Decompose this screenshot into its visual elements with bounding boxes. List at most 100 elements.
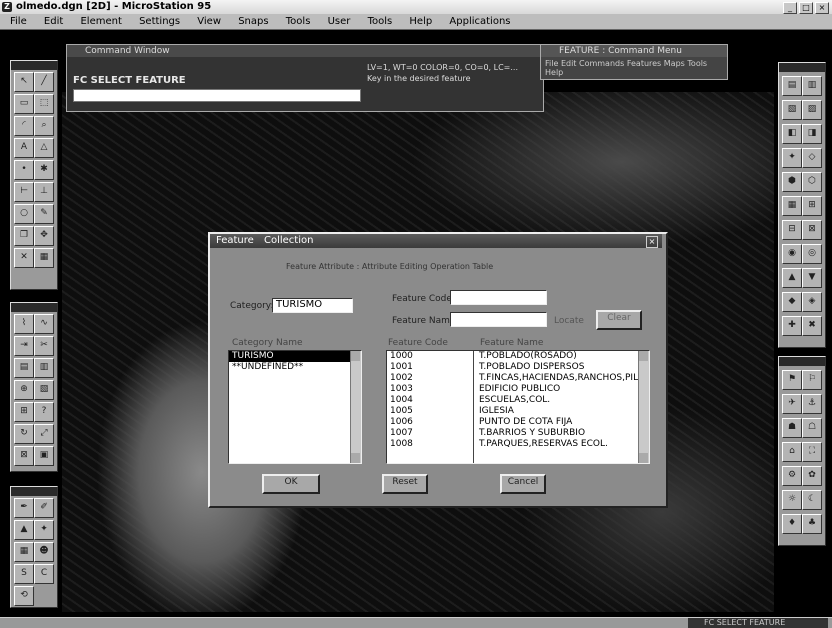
- table-row[interactable]: 1002 T.FINCAS,HACIENDAS,RANCHOS,PIL: [387, 373, 649, 384]
- modify-tool-icon[interactable]: ✎: [34, 204, 54, 224]
- right-tool-17-icon[interactable]: ▲: [782, 268, 802, 288]
- right-tool-13-icon[interactable]: ⊟: [782, 220, 802, 240]
- right-palette-titlebar-2[interactable]: [779, 357, 825, 366]
- feature-name-field[interactable]: [450, 312, 547, 327]
- right-tool-15-icon[interactable]: ◉: [782, 244, 802, 264]
- table-tool-icon[interactable]: ▥: [34, 358, 54, 378]
- shape-tool-icon[interactable]: ▭: [14, 94, 34, 114]
- right-tool-9-icon[interactable]: ⬢: [782, 172, 802, 192]
- right-tool-8-icon[interactable]: ◇: [802, 148, 822, 168]
- cancel-button[interactable]: Cancel: [500, 474, 546, 494]
- right-tool-35-icon[interactable]: ♦: [782, 514, 802, 534]
- cm-item-commands[interactable]: Commands: [579, 59, 624, 68]
- table-row[interactable]: 1007 T.BARRIOS Y SUBURBIO: [387, 428, 649, 439]
- cm-item-tools[interactable]: Tools: [687, 59, 707, 68]
- image-tool-icon[interactable]: ▣: [34, 446, 54, 466]
- dialog-close-icon[interactable]: ×: [646, 236, 658, 248]
- right-tool-4-icon[interactable]: ▨: [802, 100, 822, 120]
- menu-view[interactable]: View: [197, 16, 221, 27]
- cm-item-edit[interactable]: Edit: [561, 59, 577, 68]
- menu-edit[interactable]: Edit: [44, 16, 63, 27]
- right-tool-36-icon[interactable]: ♣: [802, 514, 822, 534]
- reset-tool-icon[interactable]: ⟲: [14, 586, 34, 606]
- c-tool-icon[interactable]: C: [34, 564, 54, 584]
- right-tool-7-icon[interactable]: ✦: [782, 148, 802, 168]
- command-menu-title[interactable]: FEATURE : Command Menu: [541, 45, 727, 57]
- table-row[interactable]: 1000 T.POBLADO(ROSADO): [387, 351, 649, 362]
- right-tool-12-icon[interactable]: ⊞: [802, 196, 822, 216]
- menu-element[interactable]: Element: [80, 16, 121, 27]
- right-tool-5-icon[interactable]: ◧: [782, 124, 802, 144]
- triangle-tool-icon[interactable]: △: [34, 138, 54, 158]
- right-tool-34-icon[interactable]: ☾: [802, 490, 822, 510]
- brush-tool-icon[interactable]: ✐: [34, 498, 54, 518]
- menu-settings[interactable]: Settings: [139, 16, 180, 27]
- feature-table[interactable]: 1000 T.POBLADO(ROSADO) 1001 T.POBLADO DISP…: [386, 350, 650, 464]
- right-tool-16-icon[interactable]: ◎: [802, 244, 822, 264]
- zoom-tool-icon[interactable]: ⌕: [34, 116, 54, 136]
- menu-applications[interactable]: Applications: [449, 16, 510, 27]
- right-tool-27-icon[interactable]: ☗: [782, 418, 802, 438]
- menu-tools[interactable]: Tools: [286, 16, 311, 27]
- right-tool-30-icon[interactable]: ⛶: [802, 442, 822, 462]
- menu-user[interactable]: User: [328, 16, 351, 27]
- trim-tool-icon[interactable]: ✂: [34, 336, 54, 356]
- cell-tool-icon[interactable]: ✱: [34, 160, 54, 180]
- category-field[interactable]: TURISMO: [272, 298, 353, 313]
- right-tool-1-icon[interactable]: ▤: [782, 76, 802, 96]
- table-row[interactable]: 1005 IGLESIA: [387, 406, 649, 417]
- category-item-undefined[interactable]: **UNDEFINED**: [229, 362, 361, 373]
- table-row[interactable]: 1003 EDIFICIO PUBLICO: [387, 384, 649, 395]
- menu-snaps[interactable]: Snaps: [238, 16, 268, 27]
- right-tool-31-icon[interactable]: ⚙: [782, 466, 802, 486]
- arc-tool-icon[interactable]: ◜: [14, 116, 34, 136]
- dialog-menu-collection[interactable]: Collection: [264, 234, 313, 248]
- right-tool-25-icon[interactable]: ✈: [782, 394, 802, 414]
- maximize-button[interactable]: □: [799, 2, 813, 14]
- building-tool-icon[interactable]: ▦: [14, 542, 34, 562]
- category-item-turismo[interactable]: TURISMO: [229, 351, 361, 362]
- right-tool-33-icon[interactable]: ☼: [782, 490, 802, 510]
- right-tool-23-icon[interactable]: ⚑: [782, 370, 802, 390]
- right-tool-24-icon[interactable]: ⚐: [802, 370, 822, 390]
- attribute-tool-icon[interactable]: ⊞: [14, 402, 34, 422]
- grid-tool-icon[interactable]: ▤: [14, 358, 34, 378]
- point-tool-icon[interactable]: •: [14, 160, 34, 180]
- clear-button[interactable]: Clear: [596, 310, 642, 330]
- group-tool-icon[interactable]: ▦: [34, 248, 54, 268]
- right-palette-titlebar[interactable]: [779, 63, 825, 72]
- cm-item-file[interactable]: File: [545, 59, 558, 68]
- right-tool-28-icon[interactable]: ☖: [802, 418, 822, 438]
- patterns-tool-icon[interactable]: ▧: [34, 380, 54, 400]
- line-string-tool-icon[interactable]: ⌇: [14, 314, 34, 334]
- delete-tool-icon[interactable]: ✕: [14, 248, 34, 268]
- right-tool-29-icon[interactable]: ⌂: [782, 442, 802, 462]
- pen-tool-icon[interactable]: ✒: [14, 498, 34, 518]
- feature-code-field[interactable]: [450, 290, 547, 305]
- right-tool-6-icon[interactable]: ◨: [802, 124, 822, 144]
- close-element-tool-icon[interactable]: ⊠: [14, 446, 34, 466]
- fence-tool-icon[interactable]: ⬚: [34, 94, 54, 114]
- measure-tool-icon[interactable]: ⊢: [14, 182, 34, 202]
- category-scrollbar[interactable]: [350, 351, 361, 463]
- right-tool-19-icon[interactable]: ◆: [782, 292, 802, 312]
- table-row[interactable]: 1001 T.POBLADO DISPERSOS: [387, 362, 649, 373]
- person-tool-icon[interactable]: ☻: [34, 542, 54, 562]
- right-tool-10-icon[interactable]: ⬡: [802, 172, 822, 192]
- ok-button[interactable]: OK: [262, 474, 320, 494]
- star-tool-icon[interactable]: ✦: [34, 520, 54, 540]
- dimension-tool-icon[interactable]: ⊥: [34, 182, 54, 202]
- snap-tool-icon[interactable]: ⊕: [14, 380, 34, 400]
- reset-button[interactable]: Reset: [382, 474, 428, 494]
- table-row[interactable]: 1008 T.PARQUES,RESERVAS ECOL.: [387, 439, 649, 450]
- menu-tools-2[interactable]: Tools: [368, 16, 393, 27]
- close-button[interactable]: ×: [815, 2, 829, 14]
- right-tool-14-icon[interactable]: ⊠: [802, 220, 822, 240]
- cm-item-features[interactable]: Features: [627, 59, 661, 68]
- line-tool-icon[interactable]: ╱: [34, 72, 54, 92]
- table-row[interactable]: 1004 ESCUELAS,COL.: [387, 395, 649, 406]
- palette-titlebar[interactable]: [11, 61, 57, 70]
- category-listbox[interactable]: TURISMO **UNDEFINED**: [228, 350, 362, 464]
- move-tool-icon[interactable]: ✥: [34, 226, 54, 246]
- select-tool-icon[interactable]: ↖: [14, 72, 34, 92]
